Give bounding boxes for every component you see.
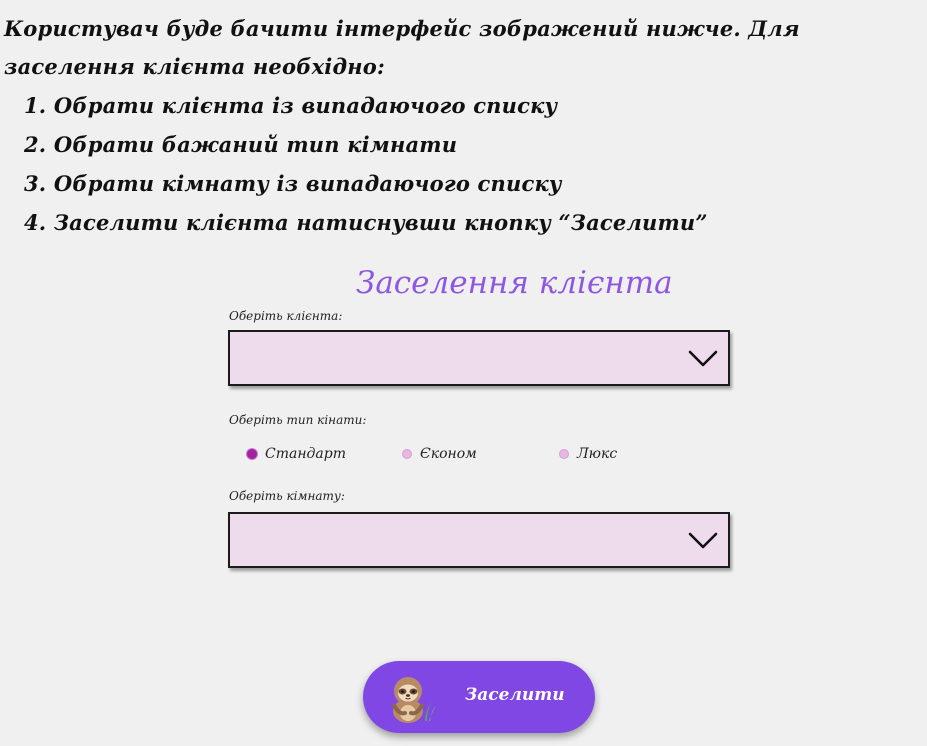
chevron-down-icon — [688, 532, 718, 549]
radio-lux[interactable]: Люкс — [559, 443, 617, 465]
client-select-label: Оберіть клієнта: — [229, 309, 343, 323]
instructions-steps: 1. Обрати клієнта із випадаючого списку … — [4, 86, 919, 242]
form-title: Заселення клієнта — [356, 265, 673, 301]
check-in-button[interactable]: Заселити — [363, 661, 595, 733]
room-select[interactable] — [228, 512, 730, 568]
radio-unchecked-icon — [559, 449, 569, 459]
sloth-icon — [392, 677, 436, 723]
instruction-step-3: 3. Обрати кімнату із випадаючого списку — [24, 171, 562, 196]
instruction-step-2: 2. Обрати бажаний тип кімнати — [24, 132, 458, 157]
room-type-radio-group: Стандарт Єконом Люкс — [247, 443, 647, 465]
chevron-down-icon — [688, 350, 718, 367]
instructions-block: Користувач буде бачити інтерфейс зображе… — [4, 10, 919, 242]
check-in-button-label: Заселити — [465, 685, 565, 705]
radio-lux-label: Люкс — [577, 446, 618, 462]
instruction-step-1: 1. Обрати клієнта із випадаючого списку — [24, 93, 558, 118]
instruction-step-4: 4. Заселити клієнта натиснувши кнопку “З… — [24, 210, 708, 235]
room-select-label: Оберіть кімнату: — [229, 489, 345, 503]
radio-standard[interactable]: Стандарт — [247, 443, 346, 465]
radio-economy-label: Єконом — [420, 446, 477, 462]
radio-standard-label: Стандарт — [265, 446, 347, 462]
radio-checked-icon — [247, 449, 257, 459]
client-select[interactable] — [228, 330, 730, 386]
instructions-intro: Користувач буде бачити інтерфейс зображе… — [4, 16, 800, 79]
room-type-label: Оберіть тип кінати: — [229, 413, 367, 427]
radio-unchecked-icon — [402, 449, 412, 459]
radio-economy[interactable]: Єконом — [402, 443, 477, 465]
